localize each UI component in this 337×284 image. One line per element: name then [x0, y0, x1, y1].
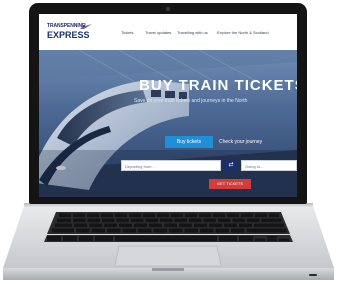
logo-line1: TRANSPENNINE	[47, 23, 86, 29]
nav-tickets[interactable]: Tickets	[121, 30, 134, 35]
logo-line2: EXPRESS	[47, 30, 90, 40]
front-notch	[152, 268, 184, 271]
trackpad	[114, 245, 222, 267]
site-logo[interactable]: TRANSPENNINE EXPRESS	[47, 22, 95, 44]
laptop: TRANSPENNINE EXPRESS Tickets Travel upda…	[0, 0, 337, 284]
camera-icon	[166, 7, 170, 11]
nav-explore[interactable]: Explore the North & Scotland	[217, 30, 269, 35]
laptop-lid: TRANSPENNINE EXPRESS Tickets Travel upda…	[29, 3, 307, 204]
hero-subtitle: Save on your train tickets and journeys …	[134, 98, 248, 104]
hero-title: BUY TRAIN TICKETS	[139, 77, 297, 94]
screen: TRANSPENNINE EXPRESS Tickets Travel upda…	[39, 14, 297, 197]
space-bar	[115, 236, 217, 241]
going-to-field[interactable]: Going to...	[241, 160, 297, 171]
buy-tickets-button[interactable]: Buy tickets	[165, 136, 213, 148]
site-header: TRANSPENNINE EXPRESS Tickets Travel upda…	[39, 14, 297, 50]
get-tickets-button[interactable]: GET TICKETS	[209, 179, 251, 189]
hero-banner: BUY TRAIN TICKETS Save on your train tic…	[39, 50, 297, 197]
nav-travelling-with-us[interactable]: Travelling with us	[177, 30, 208, 35]
hero-train-image	[39, 50, 297, 197]
departing-from-field[interactable]: Departing from...	[121, 160, 221, 171]
keyboard-bottom-row	[47, 236, 289, 241]
check-journey-link[interactable]: Check your journey	[219, 139, 262, 145]
nav-travel-updates[interactable]: Travel updates	[145, 30, 171, 35]
power-led-icon	[309, 274, 317, 276]
swap-icon[interactable]: ⇄	[224, 160, 238, 171]
